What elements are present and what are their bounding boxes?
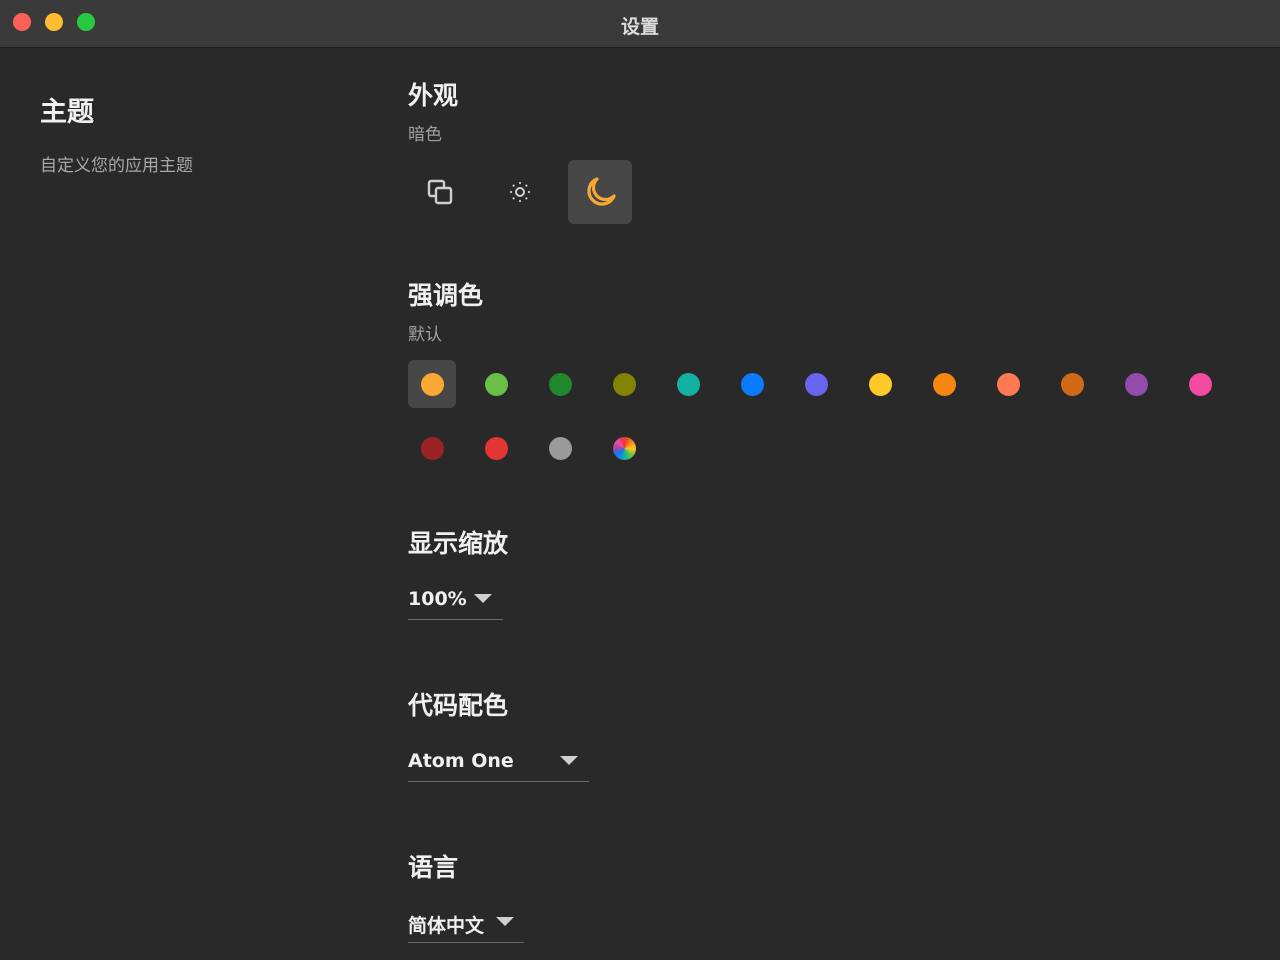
accent-color-option[interactable] (1048, 360, 1096, 408)
page-description: 自定义您的应用主题 (40, 156, 193, 176)
color-swatch (484, 436, 508, 460)
zoom-value: 100% (408, 588, 467, 610)
chevron-down-icon (560, 756, 578, 765)
accent-color-option[interactable] (600, 360, 648, 408)
language-select[interactable]: 简体中文 (408, 906, 524, 943)
zoom-select[interactable]: 100% (408, 583, 503, 620)
accent-color-option[interactable] (792, 360, 840, 408)
accent-color-option[interactable] (920, 360, 968, 408)
accent-color-option[interactable] (472, 424, 520, 472)
sidebar: 主题 自定义您的应用主题 (40, 90, 193, 176)
settings-window: 设置 主题 自定义您的应用主题 外观 暗色 强调色 默认 显示缩放 100% 代… (0, 0, 1280, 960)
multicolor-swatch (612, 436, 636, 460)
accent-color-option[interactable] (1176, 360, 1224, 408)
color-swatch (612, 372, 636, 396)
appearance-title: 外观 (408, 81, 459, 110)
page-heading: 主题 (40, 97, 94, 128)
accent-color-option[interactable] (664, 360, 712, 408)
appearance-current: 暗色 (408, 125, 442, 145)
zoom-title: 显示缩放 (408, 529, 509, 558)
accent-color-option[interactable] (536, 360, 584, 408)
accent-color-option[interactable] (984, 360, 1032, 408)
chevron-down-icon (496, 917, 514, 926)
color-swatch (1124, 372, 1148, 396)
color-swatch (1188, 372, 1212, 396)
language-value: 简体中文 (408, 915, 485, 937)
accent-color-option[interactable] (472, 360, 520, 408)
color-swatch (420, 372, 444, 396)
color-swatch (932, 372, 956, 396)
accent-color-option[interactable] (1112, 360, 1160, 408)
accent-title: 强调色 (408, 281, 484, 310)
color-swatch (484, 372, 508, 396)
color-swatch (868, 372, 892, 396)
accent-current: 默认 (408, 325, 442, 345)
theme-light-button[interactable] (488, 160, 552, 224)
color-swatch (740, 372, 764, 396)
accent-color-option[interactable] (856, 360, 904, 408)
copy-icon (427, 179, 453, 205)
accent-color-option[interactable] (600, 424, 648, 472)
theme-dark-button[interactable] (568, 160, 632, 224)
accent-color-option[interactable] (408, 424, 456, 472)
color-swatch (420, 436, 444, 460)
chevron-down-icon (474, 594, 492, 603)
moon-icon (587, 177, 616, 206)
code-theme-value: Atom One (408, 750, 514, 772)
sun-icon (509, 181, 531, 203)
titlebar: 设置 (0, 0, 1280, 48)
color-swatch (548, 436, 572, 460)
accent-color-option[interactable] (536, 424, 584, 472)
color-swatch (804, 372, 828, 396)
color-swatch (996, 372, 1020, 396)
accent-color-option[interactable] (728, 360, 776, 408)
code-theme-title: 代码配色 (408, 691, 509, 720)
window-title: 设置 (620, 16, 659, 38)
language-title: 语言 (408, 853, 459, 882)
accent-color-option[interactable] (408, 360, 456, 408)
color-swatch (548, 372, 572, 396)
code-theme-select[interactable]: Atom One (408, 745, 589, 782)
theme-auto-button[interactable] (408, 160, 472, 224)
color-swatch (676, 372, 700, 396)
color-swatch (1060, 372, 1084, 396)
